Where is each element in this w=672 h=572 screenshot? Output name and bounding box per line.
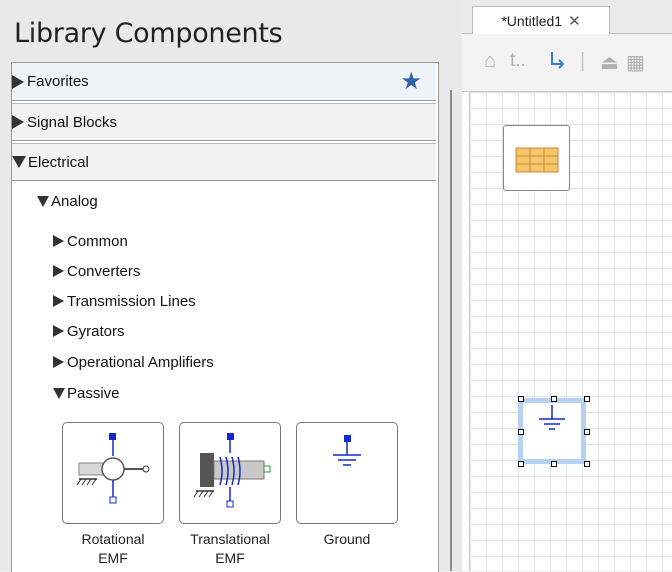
tree-item-analog[interactable]: Analog bbox=[37, 191, 98, 211]
tree-item-common[interactable]: Common bbox=[53, 231, 128, 251]
label-line: Rotational bbox=[81, 531, 145, 547]
resize-handle[interactable] bbox=[584, 429, 590, 435]
section-label-favorites: Favorites bbox=[27, 73, 89, 90]
tree-label: Operational Amplifiers bbox=[67, 353, 214, 371]
table-block[interactable] bbox=[503, 125, 570, 191]
tree-item-transmission-lines[interactable]: Transmission Lines bbox=[53, 291, 196, 311]
label-line: Ground bbox=[323, 531, 371, 547]
translational-emf-icon bbox=[193, 433, 271, 508]
tree-label: Converters bbox=[67, 262, 141, 280]
section-signal-blocks[interactable]: Signal Blocks bbox=[12, 103, 436, 141]
resize-handle[interactable] bbox=[584, 396, 590, 402]
rotational-emf-icon bbox=[76, 433, 150, 504]
expand-arrow-icon[interactable] bbox=[53, 295, 64, 307]
resize-handle[interactable] bbox=[518, 396, 524, 402]
editor-toolbar: ⌂ t.. | ⏏ ▦ bbox=[462, 34, 672, 92]
expand-arrow-icon[interactable] bbox=[53, 265, 64, 277]
table-view-icon[interactable]: ▦ bbox=[626, 50, 645, 75]
library-pane: Library Components Favorites ★ Signal Bl… bbox=[0, 0, 462, 572]
collapse-arrow-icon[interactable] bbox=[12, 156, 26, 168]
library-tree-panel: Favorites ★ Signal Blocks Electrical Ana… bbox=[11, 62, 439, 572]
tree-label-analog: Analog bbox=[51, 192, 98, 210]
expand-arrow-icon[interactable] bbox=[12, 74, 24, 89]
tab-bar: *Untitled1 ✕ bbox=[462, 0, 672, 34]
expand-arrow-icon[interactable] bbox=[53, 325, 64, 337]
ground-icon bbox=[539, 405, 565, 430]
toolbar-separator: | bbox=[580, 50, 586, 72]
up-level-button[interactable]: t.. bbox=[510, 50, 526, 72]
collapse-arrow-icon[interactable] bbox=[53, 387, 65, 399]
expand-arrow-icon[interactable] bbox=[53, 356, 64, 368]
component-rotational-emf[interactable] bbox=[62, 422, 164, 524]
section-label-electrical: Electrical bbox=[28, 153, 89, 171]
tree-label: Common bbox=[67, 232, 128, 250]
component-label-rotational-emf: Rotational EMF bbox=[58, 530, 168, 568]
label-line: EMF bbox=[98, 550, 128, 566]
resize-handle[interactable] bbox=[584, 461, 590, 467]
component-label-ground: Ground bbox=[292, 530, 402, 549]
table-icon bbox=[515, 147, 559, 173]
resize-handle[interactable] bbox=[551, 461, 557, 467]
section-label-signal-blocks: Signal Blocks bbox=[27, 113, 118, 131]
tree-item-operational-amplifiers[interactable]: Operational Amplifiers bbox=[53, 352, 214, 372]
tree-label: Transmission Lines bbox=[67, 292, 196, 310]
tree-label: Gyrators bbox=[67, 322, 125, 340]
label-line: EMF bbox=[215, 550, 245, 566]
collapse-arrow-icon[interactable] bbox=[37, 195, 49, 207]
canvas-gutter bbox=[462, 92, 470, 571]
resize-handle[interactable] bbox=[551, 396, 557, 402]
resize-handle[interactable] bbox=[518, 461, 524, 467]
tab-untitled1[interactable]: *Untitled1 ✕ bbox=[472, 6, 610, 34]
label-line: Translational bbox=[190, 531, 270, 547]
component-ground[interactable] bbox=[296, 422, 398, 524]
component-translational-emf[interactable] bbox=[179, 422, 281, 524]
resize-handle[interactable] bbox=[518, 429, 524, 435]
export-icon[interactable]: ⏏ bbox=[600, 50, 619, 75]
tree-label-passive: Passive bbox=[67, 384, 120, 402]
expand-arrow-icon[interactable] bbox=[53, 235, 64, 247]
home-icon[interactable]: ⌂ bbox=[484, 50, 496, 73]
editor-pane: *Untitled1 ✕ ⌂ t.. | ⏏ ▦ bbox=[462, 0, 672, 571]
tab-label: *Untitled1 bbox=[501, 12, 563, 29]
section-favorites[interactable]: Favorites ★ bbox=[12, 63, 436, 101]
expand-arrow-icon[interactable] bbox=[12, 115, 24, 129]
tree-item-gyrators[interactable]: Gyrators bbox=[53, 321, 125, 341]
close-icon[interactable]: ✕ bbox=[568, 12, 581, 30]
tree-item-converters[interactable]: Converters bbox=[53, 261, 140, 281]
selected-ground-block[interactable] bbox=[518, 398, 586, 464]
tree-item-passive[interactable]: Passive bbox=[53, 383, 120, 403]
star-icon[interactable]: ★ bbox=[400, 70, 422, 94]
component-label-translational-emf: Translational EMF bbox=[175, 530, 285, 568]
diagram-canvas[interactable] bbox=[470, 92, 672, 571]
ground-icon bbox=[333, 435, 361, 466]
library-title: Library Components bbox=[14, 18, 283, 49]
up-level-label: t.. bbox=[510, 50, 526, 71]
section-electrical[interactable]: Electrical bbox=[12, 143, 436, 181]
step-into-icon[interactable] bbox=[548, 50, 566, 76]
splitter-handle[interactable] bbox=[450, 90, 452, 571]
